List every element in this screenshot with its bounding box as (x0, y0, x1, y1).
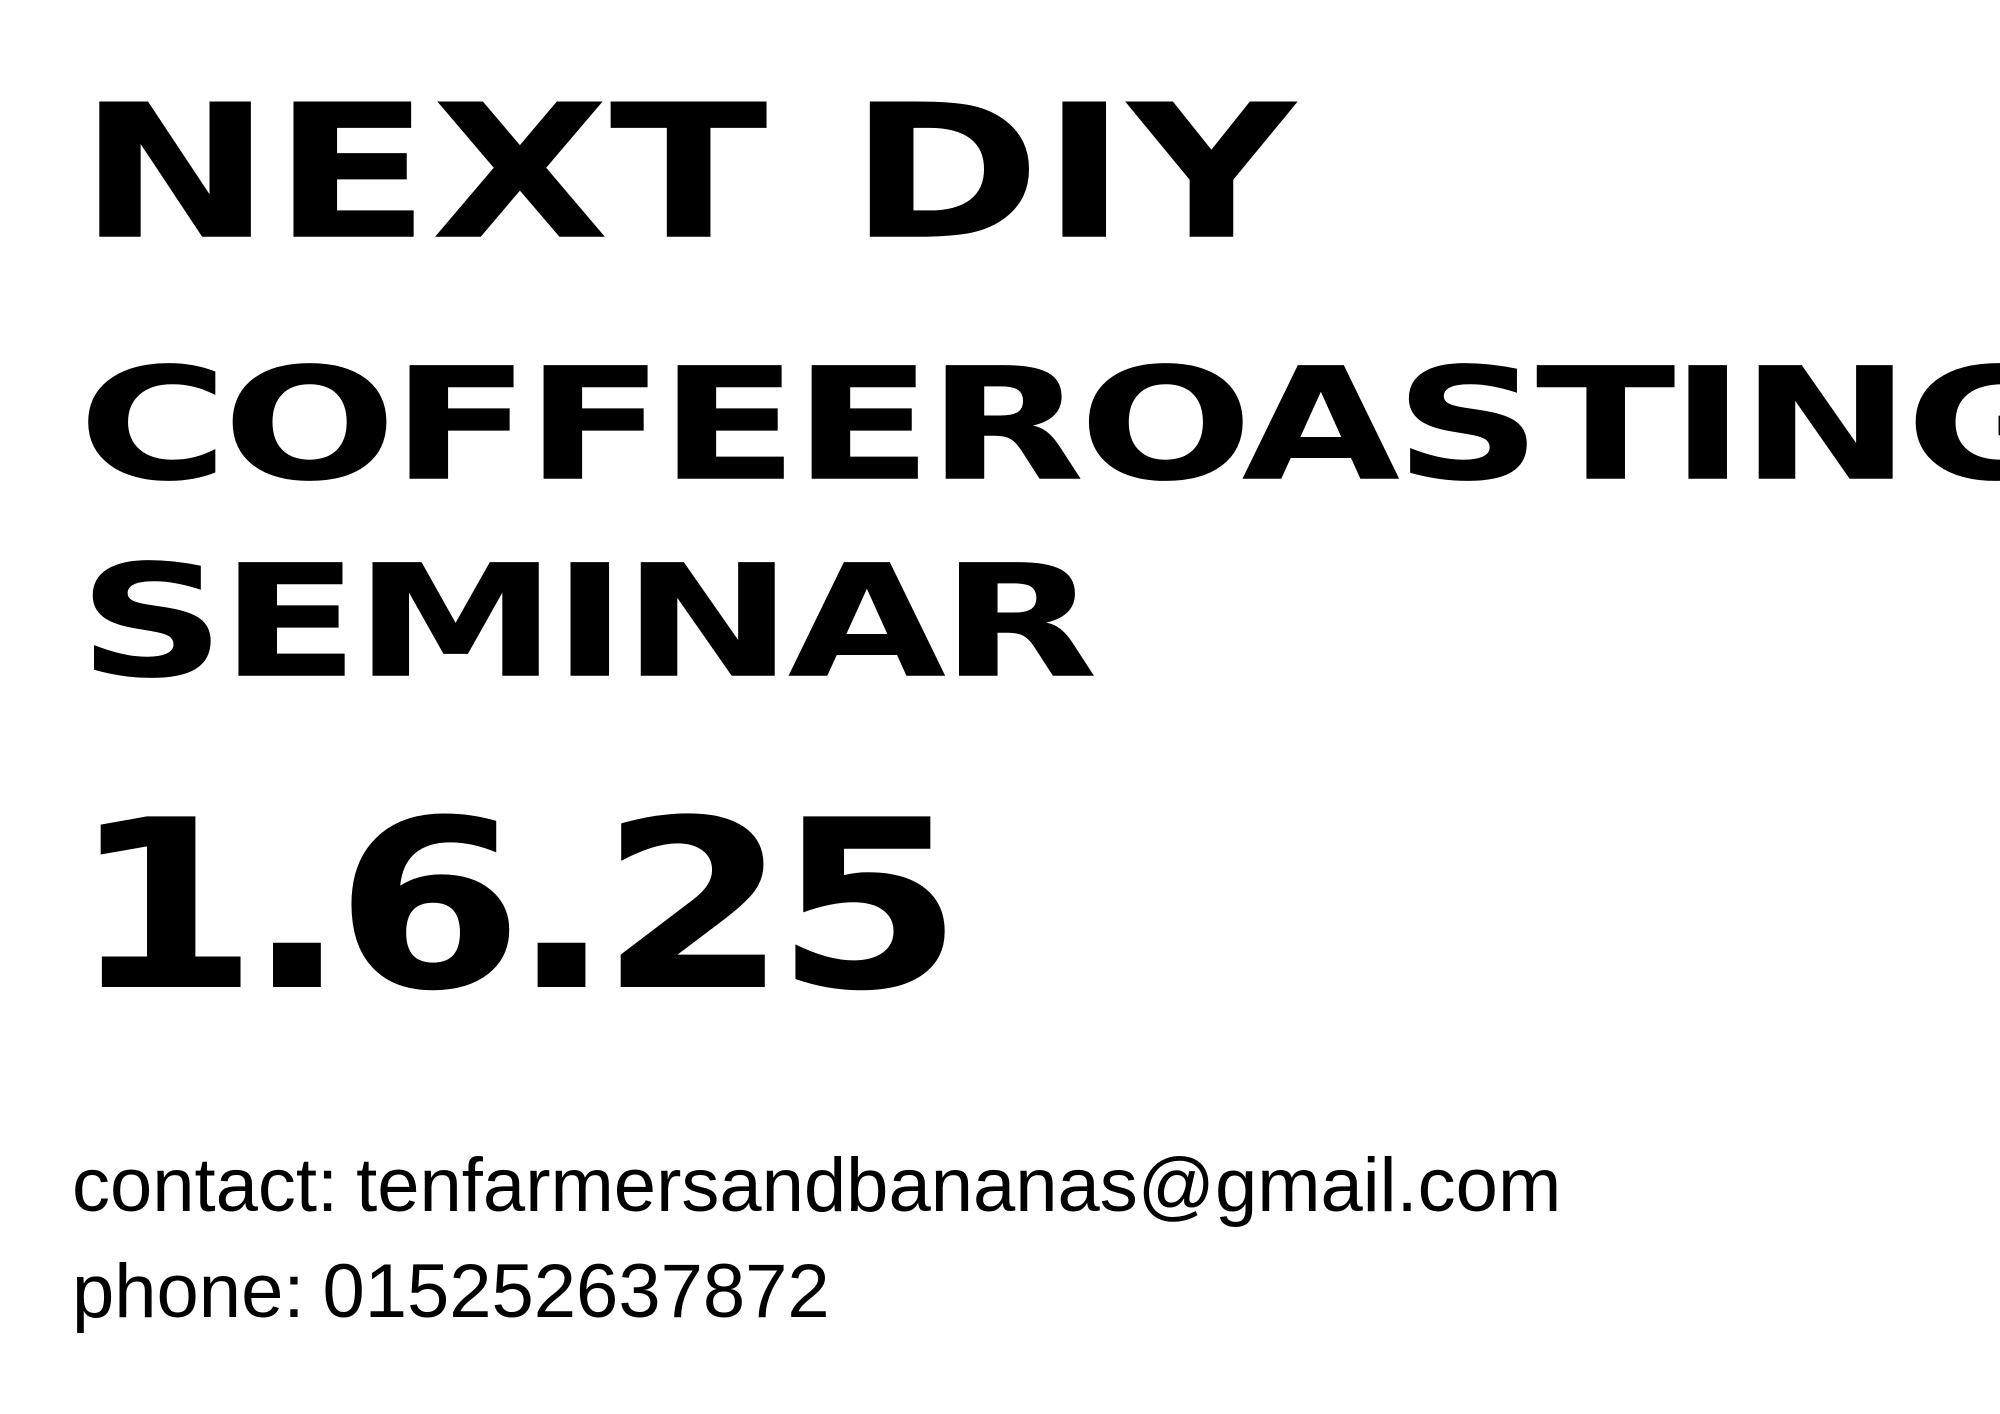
email-label: contact: (72, 1143, 339, 1228)
email-line: contact: tenfarmersandbananas@gmail.com (72, 1148, 1561, 1224)
poster: NEXT DIY COFFEEROASTING SEMINAR 1.6.25 c… (0, 0, 2000, 1414)
phone-number: 015252637872 (322, 1249, 830, 1334)
phone-label: phone: (72, 1249, 305, 1334)
event-date: 1.6.25 (70, 771, 964, 1043)
contact-block: contact: tenfarmersandbananas@gmail.com p… (72, 1148, 1561, 1360)
headline-line-seminar: SEMINAR (78, 532, 1098, 713)
email-address: tenfarmersandbananas@gmail.com (356, 1143, 1562, 1228)
headline-line-next-diy: NEXT DIY (78, 64, 1296, 281)
headline-line-coffeeroasting: COFFEEROASTING (78, 335, 2000, 516)
phone-line: phone: 015252637872 (72, 1254, 1561, 1330)
